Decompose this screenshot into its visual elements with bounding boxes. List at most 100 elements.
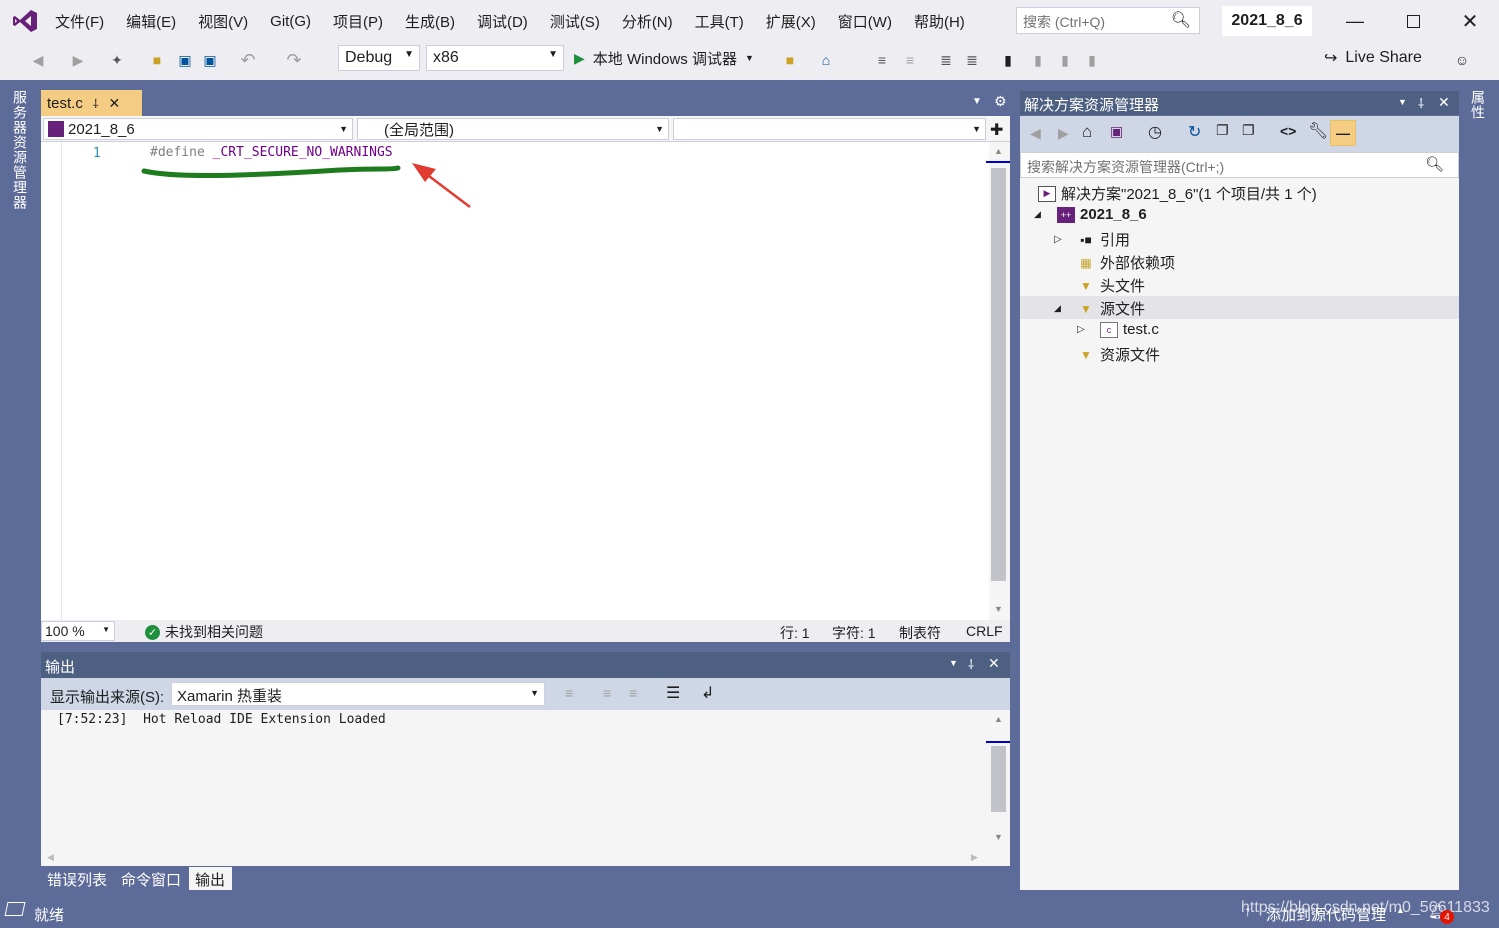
tree-project[interactable]: ◢ ++ 2021_8_6	[1034, 206, 1147, 223]
clear-bookmarks-icon[interactable]: ▮	[1082, 50, 1102, 70]
tab-command-window[interactable]: 命令窗口	[115, 867, 187, 890]
settings-icon[interactable]: ⚙	[994, 93, 1007, 110]
menu-project[interactable]: 项目(P)	[322, 11, 394, 32]
minimize-icon[interactable]: —	[1340, 8, 1370, 34]
save-icon[interactable]: ▣	[175, 50, 195, 70]
maximize-icon[interactable]	[1398, 8, 1428, 34]
pending-changes-icon[interactable]: ◷	[1148, 122, 1162, 142]
collapse-arrow-icon[interactable]: ▷	[1054, 234, 1072, 245]
server-explorer-tab[interactable]: 服务器资源管理器	[10, 90, 30, 210]
find-icon[interactable]: ≡	[629, 685, 637, 701]
scroll-thumb[interactable]	[991, 746, 1006, 812]
scroll-right-icon[interactable]: ▶	[971, 852, 978, 863]
menu-extensions[interactable]: 扩展(X)	[755, 11, 827, 32]
open-folder-icon[interactable]: ■	[147, 50, 167, 70]
start-debugger-button[interactable]: ▶ 本地 Windows 调试器 ▼	[574, 46, 754, 70]
output-hscrollbar[interactable]: ◀ ▶	[41, 850, 1010, 866]
new-project-icon[interactable]: ✦	[107, 50, 127, 70]
zoom-dropdown[interactable]: 100 % ▼	[41, 621, 115, 641]
step-icon[interactable]: ≡	[872, 50, 892, 70]
tree-header-files[interactable]: ▼ 头文件	[1077, 275, 1145, 296]
member-nav-dropdown[interactable]: ▼	[673, 118, 986, 140]
redo-icon[interactable]: ↷	[284, 50, 304, 70]
tree-source-files[interactable]: ◢ ▼ 源文件	[1054, 298, 1145, 319]
next-bookmark-icon[interactable]: ▮	[1055, 50, 1075, 70]
menu-git[interactable]: Git(G)	[259, 13, 322, 30]
eol-indicator[interactable]: CRLF	[966, 623, 1003, 639]
menu-build[interactable]: 生成(B)	[394, 11, 466, 32]
vs-logo-icon[interactable]	[12, 8, 38, 34]
tree-resource-files[interactable]: ▼ 资源文件	[1077, 344, 1160, 365]
menu-file[interactable]: 文件(F)	[44, 11, 115, 32]
sync-icon[interactable]: ↻	[1188, 122, 1201, 142]
output-body[interactable]	[41, 710, 989, 850]
properties-tab[interactable]: 属性	[1468, 90, 1488, 120]
browse-folder-icon[interactable]: ■	[780, 50, 800, 70]
tree-solution[interactable]: ▶ 解决方案"2021_8_6"(1 个项目/共 1 个)	[1038, 183, 1317, 204]
pin-icon[interactable]: ⸸	[968, 655, 974, 673]
output-source-dropdown[interactable]: Xamarin 热重装 ▼	[171, 682, 545, 706]
close-icon[interactable]: ✕	[1455, 8, 1485, 34]
scroll-thumb[interactable]	[991, 168, 1006, 581]
comment-icon[interactable]: ≣	[936, 50, 956, 70]
tree-references[interactable]: ▷ ▪■ 引用	[1054, 229, 1130, 250]
menu-window[interactable]: 窗口(W)	[827, 11, 903, 32]
scroll-left-icon[interactable]: ◀	[47, 852, 54, 863]
forward-icon[interactable]: ▶	[68, 50, 88, 70]
save-all-icon[interactable]: ▣	[200, 50, 220, 70]
tree-test-c[interactable]: ▷ c test.c	[1077, 321, 1159, 338]
tab-error-list[interactable]: 错误列表	[41, 867, 113, 890]
live-share-button[interactable]: ↪ Live Share	[1324, 48, 1422, 68]
project-nav-dropdown[interactable]: 2021_8_6 ▼	[43, 118, 353, 140]
collapse-all-icon[interactable]: ❐	[1216, 122, 1229, 139]
tabs-indicator[interactable]: 制表符	[899, 623, 941, 643]
menu-help[interactable]: 帮助(H)	[903, 11, 976, 32]
issues-indicator[interactable]: ✓ 未找到相关问题	[145, 622, 263, 642]
preview-icon[interactable]: —	[1330, 120, 1356, 146]
menu-analyze[interactable]: 分析(N)	[611, 11, 684, 32]
tab-overflow-icon[interactable]: ▼	[972, 96, 982, 107]
solution-explorer-icon[interactable]: ⌂	[816, 50, 836, 70]
word-wrap-icon[interactable]: ↲	[701, 683, 714, 703]
home-icon[interactable]: ⌂	[1082, 122, 1092, 142]
solution-search-input[interactable]: 搜索解决方案资源管理器(Ctrl+;) 🔍︎	[1020, 152, 1459, 178]
scroll-up-icon[interactable]: ▲	[994, 146, 1003, 156]
scroll-down-icon[interactable]: ▼	[994, 604, 1003, 614]
tab-test-c[interactable]: test.c ⸸ ✕	[41, 90, 142, 116]
search-input[interactable]: 搜索 (Ctrl+Q) 🔍︎	[1016, 7, 1200, 34]
forward-icon[interactable]: ▶	[1058, 125, 1069, 142]
expand-arrow-icon[interactable]: ◢	[1034, 209, 1052, 220]
output-scrollbar[interactable]: ▲ ▼	[986, 710, 1010, 850]
show-all-files-icon[interactable]: ❐	[1242, 122, 1255, 139]
row-indicator[interactable]: 行: 1	[780, 623, 810, 643]
feedback-icon[interactable]: ☺	[1452, 50, 1472, 70]
undo-icon[interactable]: ↶	[238, 50, 258, 70]
pin-icon[interactable]: ⸸	[93, 95, 99, 112]
collapse-arrow-icon[interactable]: ▷	[1077, 324, 1095, 335]
scroll-up-icon[interactable]: ▲	[994, 714, 1003, 724]
split-icon[interactable]: ✚	[990, 120, 1003, 140]
goto-prev-icon[interactable]: ≡	[565, 685, 573, 701]
editor-scrollbar[interactable]: ▲ ▼	[986, 142, 1010, 620]
view-code-icon[interactable]: <>	[1280, 123, 1296, 139]
prev-bookmark-icon[interactable]: ▮	[1028, 50, 1048, 70]
bookmark-icon[interactable]: ▮	[998, 50, 1018, 70]
menu-debug[interactable]: 调试(D)	[466, 11, 539, 32]
menu-view[interactable]: 视图(V)	[187, 11, 259, 32]
tab-output[interactable]: 输出	[189, 867, 232, 890]
back-icon[interactable]: ◀	[1030, 125, 1041, 142]
menu-tools[interactable]: 工具(T)	[684, 11, 755, 32]
char-indicator[interactable]: 字符: 1	[832, 623, 876, 643]
tree-external-deps[interactable]: ▦ 外部依赖项	[1077, 252, 1175, 273]
pin-icon[interactable]: ⸸	[1418, 94, 1424, 112]
menu-edit[interactable]: 编辑(E)	[115, 11, 187, 32]
goto-next-icon[interactable]: ≡	[603, 685, 611, 701]
scope-nav-dropdown[interactable]: (全局范围) ▼	[357, 118, 669, 140]
clear-all-icon[interactable]: ☰	[666, 683, 680, 703]
platform-dropdown[interactable]: x86 ▼	[426, 45, 564, 71]
close-tab-icon[interactable]: ✕	[109, 95, 121, 112]
scroll-down-icon[interactable]: ▼	[994, 832, 1003, 842]
uncomment-icon[interactable]: ≣	[962, 50, 982, 70]
close-panel-icon[interactable]: ✕	[988, 655, 1000, 672]
panel-menu-icon[interactable]: ▼	[1398, 97, 1407, 107]
